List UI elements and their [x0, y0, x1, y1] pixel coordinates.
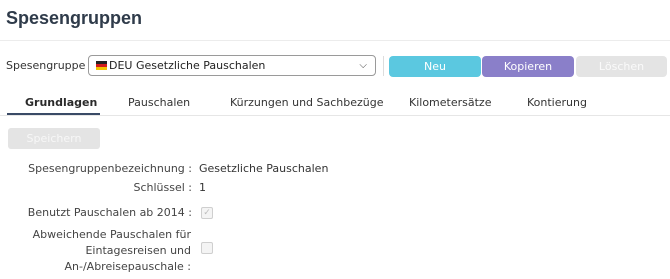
tab-kontierung[interactable]: Kontierung — [527, 96, 587, 109]
tab-kuerzungen[interactable]: Kürzungen und Sachbezüge — [230, 96, 384, 109]
flat-rates-since-2014-label: Benutzt Pauschalen ab 2014 : — [27, 206, 192, 219]
toolbar-separator — [383, 56, 384, 76]
check-icon: ✓ — [203, 208, 211, 218]
deviating-rates-label-line-3: An-/Abreisepauschale : — [64, 260, 192, 273]
deviating-rates-checkbox[interactable] — [201, 242, 213, 254]
chevron-down-icon: ⌵ — [359, 60, 367, 71]
key-value: 1 — [199, 181, 206, 194]
save-button[interactable]: Speichern — [8, 128, 100, 149]
key-label: Schlüssel : — [133, 181, 192, 194]
new-button[interactable]: Neu — [389, 56, 481, 77]
deviating-rates-label-line-1: Abweichende Pauschalen für — [32, 228, 191, 241]
flat-rates-since-2014-checkbox[interactable]: ✓ — [201, 207, 213, 219]
tab-kilometersaetze[interactable]: Kilometersätze — [409, 96, 491, 109]
deviating-rates-label: Abweichende Pauschalen für Eintagesreise… — [20, 227, 191, 275]
expense-group-select-value: DEU Gesetzliche Pauschalen — [109, 59, 266, 72]
expense-group-select[interactable]: DEU Gesetzliche Pauschalen ⌵ — [88, 55, 376, 76]
germany-flag-icon — [96, 61, 107, 70]
page-title: Spesengruppen — [6, 8, 143, 28]
copy-button[interactable]: Kopieren — [482, 56, 574, 77]
delete-button[interactable]: Löschen — [576, 56, 667, 77]
group-name-value: Gesetzliche Pauschalen — [199, 162, 329, 175]
active-tab-indicator — [7, 113, 100, 115]
tab-grundlagen[interactable]: Grundlagen — [25, 96, 97, 109]
tab-pauschalen[interactable]: Pauschalen — [128, 96, 190, 109]
group-name-label: Spesengruppenbezeichnung : — [28, 162, 192, 175]
expense-group-label: Spesengruppe : — [6, 59, 93, 72]
deviating-rates-label-line-2: Eintagesreisen und — [85, 244, 191, 257]
